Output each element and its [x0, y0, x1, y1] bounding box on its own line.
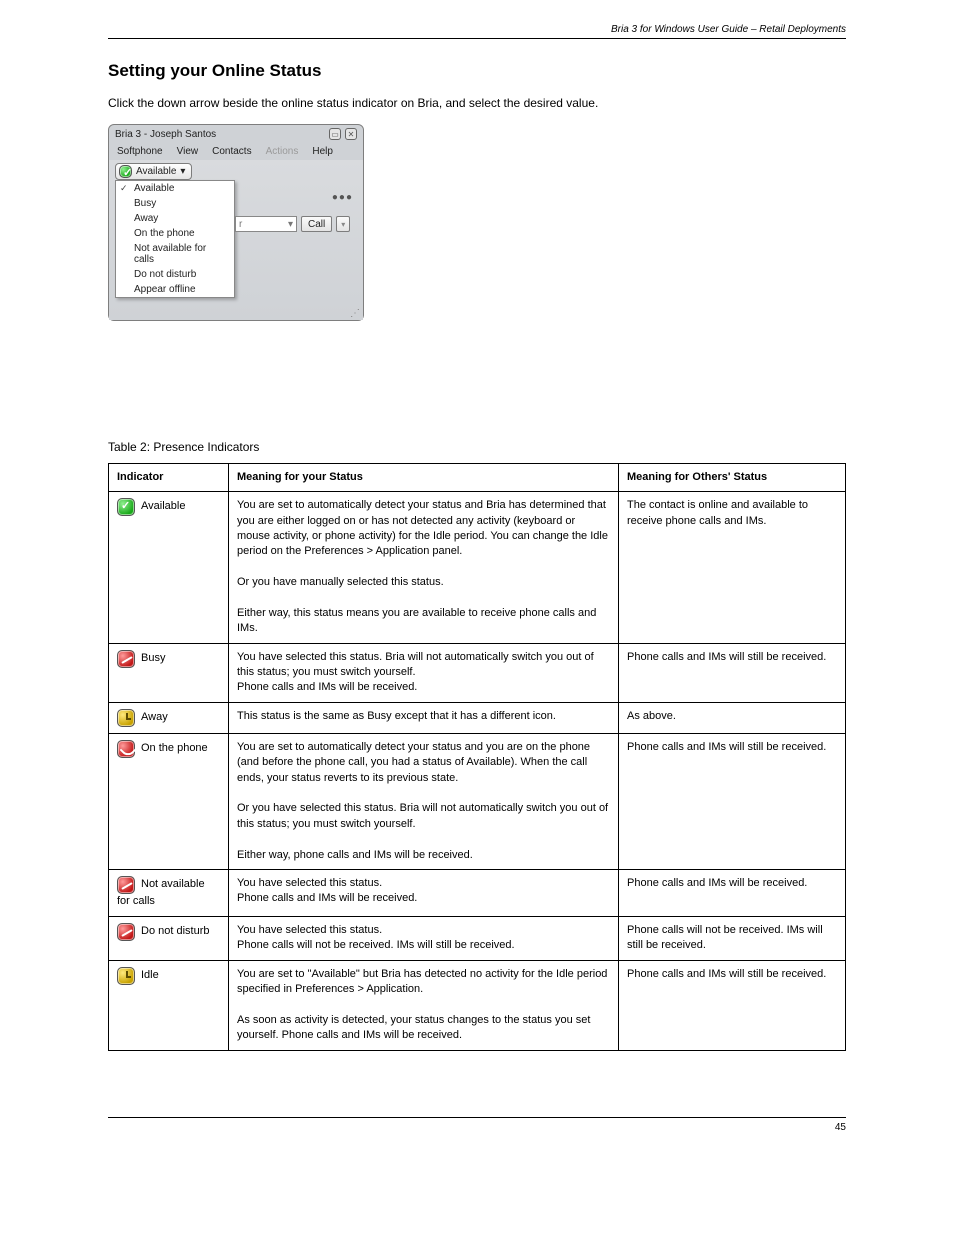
presence-table: Indicator Meaning for your Status Meanin… — [108, 463, 846, 1051]
status-button-label: Available — [136, 166, 176, 177]
busy-icon — [117, 650, 135, 668]
indicator-label: On the phone — [141, 742, 208, 754]
menu-view[interactable]: View — [177, 146, 199, 157]
indicator-label: Idle — [141, 969, 159, 981]
cell-meaning-others: Phone calls will not be received. IMs wi… — [619, 916, 846, 960]
table-row: Away This status is the same as Busy exce… — [109, 702, 846, 733]
cell-meaning-others: Phone calls and IMs will still be receiv… — [619, 643, 846, 702]
section-lead: Click the down arrow beside the online s… — [108, 95, 846, 112]
page-footer: 45 — [108, 1117, 846, 1133]
cell-meaning-self: You are set to automatically detect your… — [229, 492, 619, 644]
cell-indicator: Idle — [109, 960, 229, 1050]
page-number: 45 — [835, 1122, 846, 1133]
menu-actions: Actions — [266, 146, 299, 157]
cell-indicator: Do not disturb — [109, 916, 229, 960]
cell-meaning-others: Phone calls and IMs will still be receiv… — [619, 960, 846, 1050]
cell-meaning-self: You are set to "Available" but Bria has … — [229, 960, 619, 1050]
table-row: Busy You have selected this status. Bria … — [109, 643, 846, 702]
menu-contacts[interactable]: Contacts — [212, 146, 251, 157]
available-icon — [117, 498, 135, 516]
not-available-for-calls-icon — [117, 876, 135, 894]
status-option-dnd[interactable]: Do not disturb — [116, 267, 234, 282]
th-meaning-others: Meaning for Others' Status — [619, 463, 846, 491]
cell-indicator: Busy — [109, 643, 229, 702]
menu-softphone[interactable]: Softphone — [117, 146, 163, 157]
cell-meaning-others: As above. — [619, 702, 846, 733]
indicator-label: Busy — [141, 652, 165, 664]
cell-indicator: On the phone — [109, 733, 229, 869]
cell-meaning-others: The contact is online and available to r… — [619, 492, 846, 644]
status-option-offline[interactable]: Appear offline — [116, 282, 234, 297]
cell-meaning-others: Phone calls and IMs will be received. — [619, 869, 846, 916]
cell-meaning-self: You have selected this status. Bria will… — [229, 643, 619, 702]
table-row: Do not disturb You have selected this sta… — [109, 916, 846, 960]
cell-meaning-self: You have selected this status. Phone cal… — [229, 916, 619, 960]
resize-grip-icon[interactable]: ⋰ — [350, 311, 360, 317]
on-the-phone-icon — [117, 740, 135, 758]
idle-icon — [117, 967, 135, 985]
dial-input-value: r — [239, 219, 242, 230]
table-row: Available You are set to automatically de… — [109, 492, 846, 644]
indicator-label: Away — [141, 711, 168, 723]
call-dropdown-button[interactable]: ▾ — [336, 216, 350, 232]
table-row: On the phone You are set to automatically… — [109, 733, 846, 869]
cell-indicator: Available — [109, 492, 229, 644]
cell-indicator: Away — [109, 702, 229, 733]
chevron-down-icon[interactable]: ▾ — [288, 219, 293, 230]
cell-meaning-self: This status is the same as Busy except t… — [229, 702, 619, 733]
table-row: Not available for callsYou have selected… — [109, 869, 846, 916]
close-icon[interactable]: ✕ — [345, 128, 357, 140]
away-icon — [117, 709, 135, 727]
status-option-on-phone[interactable]: On the phone — [116, 226, 234, 241]
indicator-label: Available — [141, 500, 185, 512]
status-dropdown[interactable]: Available Busy Away On the phone Not ava… — [115, 180, 235, 298]
th-indicator: Indicator — [109, 463, 229, 491]
cell-indicator: Not available for calls — [109, 869, 229, 916]
menu-help[interactable]: Help — [312, 146, 333, 157]
do-not-disturb-icon — [117, 923, 135, 941]
minimize-icon[interactable]: ▭ — [329, 128, 341, 140]
status-available-icon — [119, 165, 132, 178]
section-title: Setting your Online Status — [108, 61, 846, 81]
bria-window-title: Bria 3 - Joseph Santos — [115, 129, 216, 140]
spacer — [108, 343, 846, 439]
cell-meaning-self: You are set to automatically detect your… — [229, 733, 619, 869]
more-icon[interactable]: ●●● — [332, 192, 353, 203]
call-button[interactable]: Call — [301, 216, 332, 232]
page-header: Bria 3 for Windows User Guide – Retail D… — [108, 24, 846, 39]
table-caption: Table 2: Presence Indicators — [108, 439, 846, 456]
bria-screenshot: Bria 3 - Joseph Santos ▭ ✕ Softphone Vie… — [108, 124, 846, 321]
indicator-label: Do not disturb — [141, 925, 209, 937]
status-option-na[interactable]: Not available for calls — [116, 241, 234, 267]
cell-meaning-others: Phone calls and IMs will still be receiv… — [619, 733, 846, 869]
status-option-available[interactable]: Available — [116, 181, 234, 196]
cell-meaning-self: You have selected this status. Phone cal… — [229, 869, 619, 916]
dial-input[interactable]: r ▾ — [235, 216, 297, 232]
th-meaning-self: Meaning for your Status — [229, 463, 619, 491]
status-option-away[interactable]: Away — [116, 211, 234, 226]
chevron-down-icon: ▾ — [180, 166, 185, 177]
status-button[interactable]: Available ▾ — [115, 163, 192, 180]
table-row: Idle You are set to "Available" but Bria … — [109, 960, 846, 1050]
status-option-busy[interactable]: Busy — [116, 196, 234, 211]
doc-title: Bria 3 for Windows User Guide – Retail D… — [611, 24, 846, 35]
